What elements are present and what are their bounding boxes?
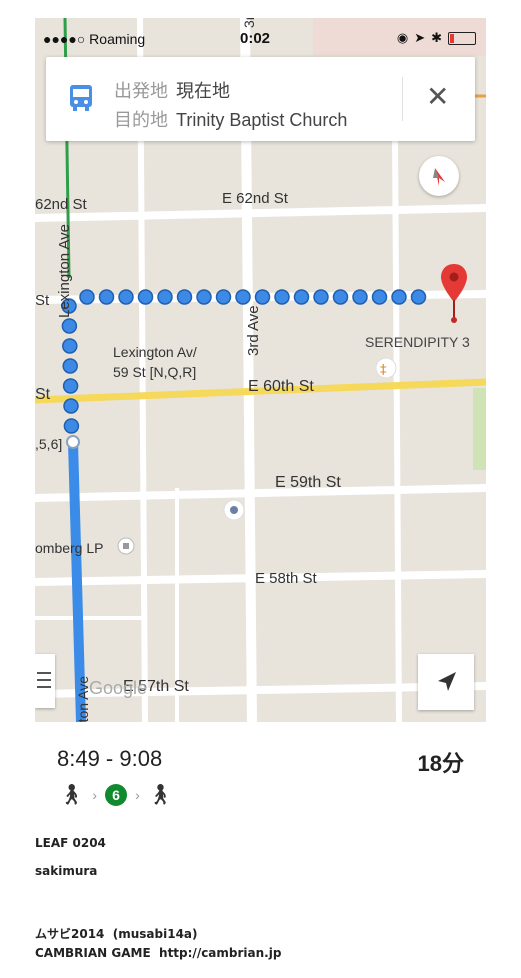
destination-row[interactable]: 目的地 Trinity Baptist Church bbox=[114, 106, 347, 132]
lock-rotation-icon: ◉ bbox=[396, 30, 409, 45]
route-dot bbox=[61, 318, 78, 334]
street-label-62-left: 62nd St bbox=[35, 196, 87, 213]
route-dot bbox=[410, 289, 427, 305]
route-dot bbox=[196, 289, 212, 305]
subway-lines-label: ,5,6] bbox=[35, 436, 63, 452]
caption-course: ムサビ2014 (musabi14a) bbox=[35, 927, 198, 941]
street-label-st-left2: St bbox=[35, 386, 51, 403]
street-label-e60: E 60th St bbox=[248, 378, 314, 395]
destination-pin-icon[interactable] bbox=[439, 262, 469, 324]
destination-label: 目的地 bbox=[114, 110, 168, 130]
google-watermark: Google bbox=[89, 678, 148, 698]
compass-button[interactable] bbox=[419, 156, 459, 196]
route-dot bbox=[274, 289, 290, 305]
battery-icon bbox=[448, 31, 476, 45]
transit-bus-icon bbox=[70, 85, 92, 111]
my-location-button[interactable] bbox=[418, 654, 474, 710]
status-bar: ●●●●○ Roaming 0:02 ◉ ➤ ✱ bbox=[35, 18, 486, 56]
phone-screen: ‡ E 62nd St 62nd St St Lexington Ave 3rd… bbox=[35, 18, 486, 818]
street-label-lexington-bottom: ngton Ave bbox=[75, 675, 91, 722]
caption-author: sakimura bbox=[35, 864, 98, 878]
route-dot bbox=[352, 289, 368, 305]
route-dot bbox=[63, 418, 80, 434]
route-dot bbox=[79, 289, 95, 305]
route-dot bbox=[332, 289, 349, 305]
route-dot bbox=[176, 289, 193, 305]
map-view[interactable]: ‡ E 62nd St 62nd St St Lexington Ave 3rd… bbox=[35, 18, 486, 722]
clock: 0:02 bbox=[240, 30, 271, 47]
location-arrow-icon bbox=[438, 672, 456, 691]
route-dot bbox=[137, 289, 154, 305]
poi-label-bloomberg: omberg LP bbox=[35, 540, 104, 556]
route-dot bbox=[215, 289, 232, 305]
street-label-st-left: St bbox=[35, 292, 50, 309]
route-dot bbox=[313, 289, 329, 305]
route-dot bbox=[63, 398, 79, 414]
menu-button[interactable] bbox=[35, 654, 55, 708]
bluetooth-icon: ✱ bbox=[431, 30, 442, 45]
route-dot bbox=[235, 289, 251, 305]
route-dot bbox=[98, 289, 115, 305]
route-dot bbox=[62, 338, 78, 354]
route-dot bbox=[62, 378, 79, 394]
route-dot bbox=[62, 358, 78, 374]
compass-icon bbox=[433, 168, 445, 186]
street-label-e58: E 58th St bbox=[255, 570, 317, 587]
walk-icon: 🚶︎ bbox=[147, 784, 174, 806]
route-steps: 🚶︎ › 6 › 🚶︎ bbox=[59, 782, 173, 807]
poi-label-serendipity: SERENDIPITY 3 bbox=[365, 334, 470, 350]
chevron-right-icon: › bbox=[92, 786, 98, 803]
street-label-lexington-ave: Lexington Ave bbox=[56, 224, 73, 318]
destination-value: Trinity Baptist Church bbox=[176, 110, 348, 130]
status-icons: ◉ ➤ ✱ bbox=[397, 30, 476, 46]
origin-row[interactable]: 出発地 現在地 bbox=[114, 77, 230, 103]
route-dot bbox=[371, 289, 388, 305]
route-summary-panel[interactable]: 8:49 - 9:08 18分 🚶︎ › 6 › 🚶︎ bbox=[35, 722, 486, 818]
origin-label: 出発地 bbox=[114, 81, 168, 101]
walk-icon: 🚶︎ bbox=[59, 784, 85, 806]
street-label-3rd-ave: 3rd Ave bbox=[245, 305, 262, 356]
station-label-line2: 59 St [N,Q,R] bbox=[113, 364, 197, 380]
route-times: 8:49 - 9:08 bbox=[57, 746, 163, 771]
route-dot bbox=[118, 289, 134, 305]
station-label-line1: Lexington Av/ bbox=[113, 344, 197, 360]
route-dot bbox=[391, 289, 407, 305]
route-dot bbox=[254, 289, 271, 305]
caption-leaf: LEAF 0204 bbox=[35, 836, 106, 850]
origin-value: 現在地 bbox=[176, 81, 230, 101]
carrier-label: ●●●●○ Roaming bbox=[43, 31, 146, 47]
location-services-icon: ➤ bbox=[414, 30, 426, 45]
close-icon[interactable]: ✕ bbox=[426, 83, 449, 111]
route-dot bbox=[293, 289, 310, 305]
street-label-e59: E 59th St bbox=[275, 474, 341, 491]
caption-site: CAMBRIAN GAME http://cambrian.jp bbox=[35, 946, 282, 960]
subway-line-badge: 6 bbox=[105, 783, 128, 806]
route-card: 出発地 現在地 目的地 Trinity Baptist Church ✕ bbox=[46, 57, 475, 141]
card-divider bbox=[402, 77, 403, 121]
route-duration: 18分 bbox=[417, 751, 464, 776]
chevron-right-icon: › bbox=[135, 786, 140, 803]
route-dot bbox=[157, 289, 173, 305]
street-label-e62: E 62nd St bbox=[222, 190, 288, 207]
